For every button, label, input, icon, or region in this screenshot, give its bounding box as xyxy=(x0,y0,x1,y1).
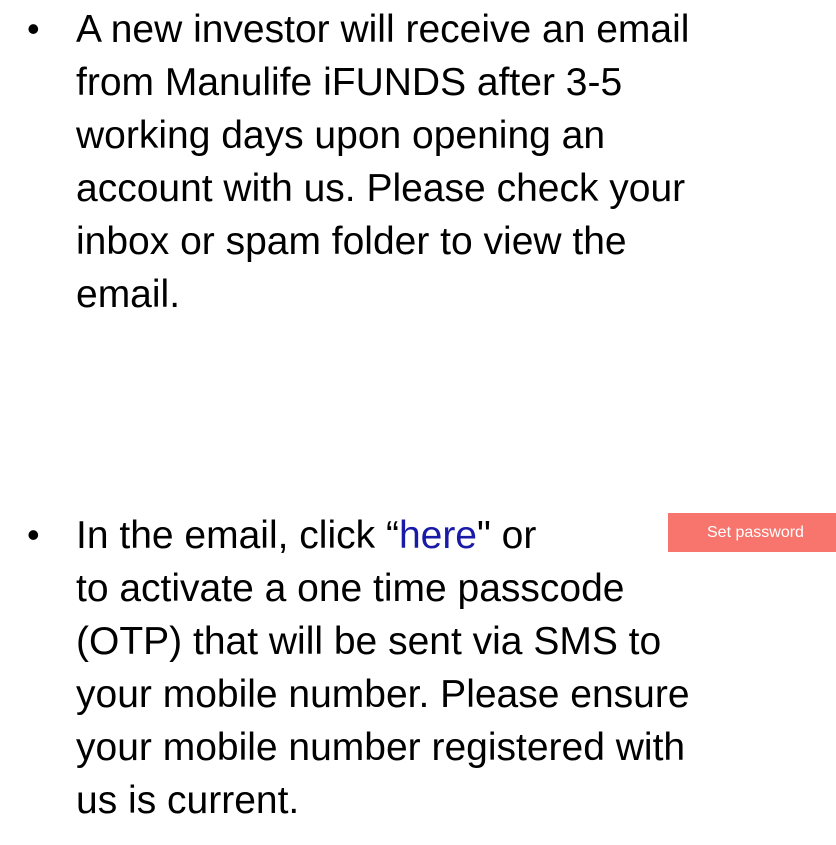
text-line: A new investor will receive an email xyxy=(76,8,690,51)
bullet-text: In the email, click “here" or to activat… xyxy=(76,509,836,827)
text-line: working days upon opening an xyxy=(76,114,606,157)
bullet-text: A new investor will receive an email fro… xyxy=(76,3,836,321)
click-instruction-prefix: In the email, click “ xyxy=(76,514,399,557)
text-line: to activate a one time passcode xyxy=(76,567,625,610)
text-line: us is current. xyxy=(76,779,300,822)
text-line: (OTP) that will be sent via SMS to xyxy=(76,620,662,663)
click-instruction-suffix: " or xyxy=(477,514,537,557)
text-line: email. xyxy=(76,273,181,316)
text-line: account with us. Please check your xyxy=(76,167,686,210)
text-line: from Manulife iFUNDS after 3-5 xyxy=(76,61,623,104)
bullet-dot: • xyxy=(27,514,40,555)
set-password-button[interactable]: Set password xyxy=(668,513,836,552)
text-line: inbox or spam folder to view the xyxy=(76,220,627,263)
here-link[interactable]: here xyxy=(399,514,477,557)
bullet-dot: • xyxy=(27,8,40,49)
text-line: your mobile number. Please ensure xyxy=(76,673,690,716)
text-line: your mobile number registered with xyxy=(76,726,686,769)
